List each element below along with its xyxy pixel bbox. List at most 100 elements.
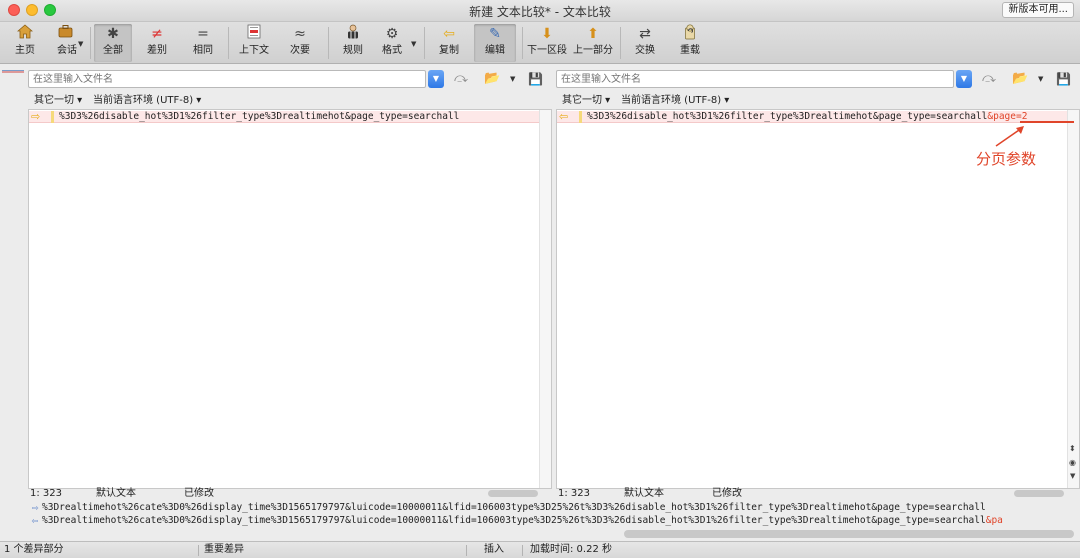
chevron-down-icon[interactable]: ▼ <box>78 40 83 48</box>
equal-icon: = <box>197 26 209 42</box>
home-icon <box>8 24 42 44</box>
left-vertical-scrollbar[interactable] <box>539 110 551 488</box>
left-open-arrow-icon[interactable]: ⤼ <box>454 71 468 87</box>
importance-label: 重要差异 <box>204 544 244 555</box>
toolbar-divider <box>90 27 91 59</box>
referee-icon <box>336 24 370 44</box>
compare-right-diff-text: &pa <box>985 515 1003 526</box>
scroll-down-icon[interactable]: ▼ <box>1070 472 1075 480</box>
compare-horizontal-scrollbar[interactable] <box>624 530 1074 538</box>
toolbar-divider <box>522 27 523 59</box>
reload-icon <box>673 24 707 44</box>
status-bar: 1 个差异部分 重要差异 插入 加载时间: 0.22 秒 <box>0 541 1080 558</box>
left-format-menu[interactable]: 其它一切 ▾ <box>34 94 82 108</box>
next-section-icon: ⬇ <box>541 26 553 42</box>
right-text-type: 默认文本 <box>624 488 664 499</box>
scroll-up-down-icon[interactable]: ⬍ <box>1069 444 1076 453</box>
left-horizontal-scrollbar[interactable] <box>488 490 538 497</box>
left-path-input[interactable] <box>28 70 426 88</box>
right-format-menu[interactable]: 其它一切 ▾ <box>562 94 610 108</box>
right-line-common-text: %3D3%26disable_hot%3D1%26filter_type%3Dr… <box>587 111 988 122</box>
scroll-center-icon[interactable]: ◉ <box>1069 458 1076 467</box>
left-arrow-icon: ⇦ <box>559 110 569 123</box>
toolbar-context-button[interactable]: 上下文 <box>234 24 274 62</box>
compare-right-common-text: %3Drealtimehot%26cate%3D0%26display_time… <box>42 515 986 526</box>
left-folder-icon[interactable]: 📂 <box>484 71 500 87</box>
toolbar-swap-button[interactable]: ⇄ 交换 <box>628 24 662 62</box>
load-time: 加载时间: 0.22 秒 <box>530 544 612 555</box>
right-encoding-menu[interactable]: 当前语言环境 (UTF-8) ▾ <box>621 94 729 108</box>
toolbar-minor-button[interactable]: ≈ 次要 <box>283 24 317 62</box>
title-bar: 新建 文本比较* - 文本比较 新版本可用... <box>0 0 1080 22</box>
right-open-arrow-icon[interactable]: ⤼ <box>982 71 996 87</box>
edit-icon: ✎ <box>489 26 501 42</box>
annotation-label: 分页参数 <box>976 150 1037 168</box>
chevron-down-icon[interactable]: ▼ <box>1038 75 1043 83</box>
left-editor[interactable]: ⇨ %3D3%26disable_hot%3D1%26filter_type%3… <box>28 109 552 489</box>
status-divider <box>466 545 467 556</box>
left-encoding-menu[interactable]: 当前语言环境 (UTF-8) ▾ <box>93 94 201 108</box>
asterisk-icon: ✱ <box>107 26 119 42</box>
toolbar-divider <box>424 27 425 59</box>
left-pane: ▼ ⤼ 📂 ▼ 💾 其它一切 ▾ 当前语言环境 (UTF-8) ▾ ⇨ %3D3… <box>28 66 552 500</box>
toolbar-next-section-button[interactable]: ⬇ 下一区段 <box>526 24 568 62</box>
right-vertical-scrollbar[interactable]: ⬍ ◉ ▼ <box>1067 110 1079 488</box>
chevron-down-icon[interactable]: ▼ <box>411 40 416 48</box>
toolbar: 主页 会话 ▼ ✱ 全部 ≠ 差别 = 相同 上下文 ≈ 次要 规则 ⚙ 格式 … <box>0 22 1080 64</box>
not-equal-icon: ≠ <box>151 26 163 42</box>
toolbar-divider <box>228 27 229 59</box>
left-modified-state: 已修改 <box>184 488 214 499</box>
toolbar-divider <box>620 27 621 59</box>
diff-marker <box>51 111 54 123</box>
swap-icon: ⇄ <box>639 26 651 42</box>
right-folder-icon[interactable]: 📂 <box>1012 71 1028 87</box>
toolbar-all-button[interactable]: ✱ 全部 <box>94 24 132 62</box>
right-cursor-position: 1: 323 <box>558 488 590 499</box>
left-cursor-position: 1: 323 <box>30 488 62 499</box>
prev-section-icon: ⬆ <box>587 26 599 42</box>
toolbar-rules-button[interactable]: 规则 <box>336 24 370 62</box>
edit-mode: 插入 <box>484 544 504 555</box>
window-title: 新建 文本比较* - 文本比较 <box>469 5 611 19</box>
context-icon <box>234 24 274 44</box>
toolbar-home-button[interactable]: 主页 <box>8 24 42 62</box>
right-arrow-icon: ⇨ <box>31 110 41 123</box>
toolbar-edit-button[interactable]: ✎ 编辑 <box>474 24 516 62</box>
copy-arrow-icon: ⇦ <box>443 26 455 42</box>
compare-right-text: %3Drealtimehot%26cate%3D0%26display_time… <box>42 515 1003 527</box>
toolbar-same-button[interactable]: = 相同 <box>186 24 220 62</box>
compare-left-text: %3Drealtimehot%26cate%3D0%26display_time… <box>42 502 986 513</box>
format-gear-icon: ⚙ <box>385 26 399 42</box>
approx-icon: ≈ <box>294 26 306 42</box>
right-path-dropdown[interactable]: ▼ <box>956 70 972 88</box>
annotation-underline <box>1020 121 1074 123</box>
status-divider <box>522 545 523 556</box>
left-path-dropdown[interactable]: ▼ <box>428 70 444 88</box>
left-save-icon[interactable]: 💾 <box>528 71 543 87</box>
right-horizontal-scrollbar[interactable] <box>1014 490 1064 497</box>
left-text-type: 默认文本 <box>96 488 136 499</box>
overview-diff-marker[interactable] <box>2 70 24 73</box>
left-diff-line[interactable]: ⇨ %3D3%26disable_hot%3D1%26filter_type%3… <box>29 111 539 123</box>
annotation-arrow <box>995 126 1024 147</box>
status-divider <box>198 545 199 556</box>
compare-line-right: ⇦ %3Drealtimehot%26cate%3D0%26display_ti… <box>28 515 1080 527</box>
diff-marker <box>579 111 582 123</box>
toolbar-copy-button[interactable]: ⇦ 复制 <box>432 24 466 62</box>
diff-count: 1 个差异部分 <box>4 544 64 555</box>
toolbar-format-button[interactable]: ⚙ 格式 <box>376 24 408 62</box>
update-available-button[interactable]: 新版本可用... <box>1002 2 1074 18</box>
left-line-text: %3D3%26disable_hot%3D1%26filter_type%3Dr… <box>59 111 460 122</box>
right-save-icon[interactable]: 💾 <box>1056 71 1071 87</box>
right-line-text: %3D3%26disable_hot%3D1%26filter_type%3Dr… <box>587 111 1065 123</box>
toolbar-reload-button[interactable]: 重载 <box>673 24 707 62</box>
chevron-down-icon[interactable]: ▼ <box>510 75 515 83</box>
right-path-input[interactable] <box>556 70 954 88</box>
left-arrow-icon: ⇦ <box>31 515 39 527</box>
toolbar-diff-button[interactable]: ≠ 差别 <box>140 24 174 62</box>
right-diff-line[interactable]: ⇦ %3D3%26disable_hot%3D1%26filter_type%3… <box>557 111 1067 123</box>
toolbar-divider <box>328 27 329 59</box>
toolbar-prev-section-button[interactable]: ⬆ 上一部分 <box>572 24 614 62</box>
right-modified-state: 已修改 <box>712 488 742 499</box>
compare-line-left: ⇨ %3Drealtimehot%26cate%3D0%26display_ti… <box>28 502 1080 514</box>
